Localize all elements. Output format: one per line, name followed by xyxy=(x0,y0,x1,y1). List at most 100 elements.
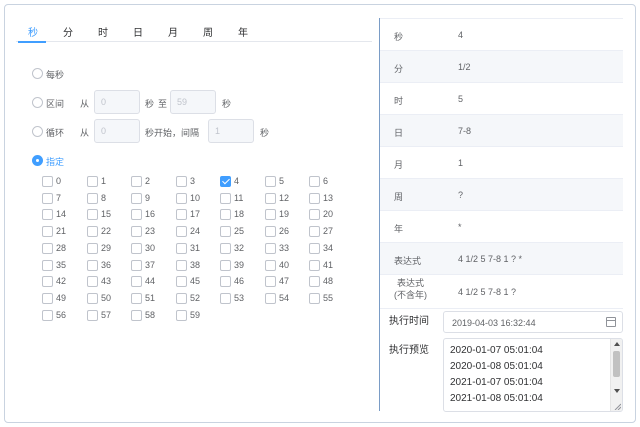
second-checkbox[interactable] xyxy=(87,276,98,287)
second-checkbox[interactable] xyxy=(87,193,98,204)
tab-month[interactable]: 月 xyxy=(168,24,178,39)
second-checkbox[interactable] xyxy=(87,226,98,237)
calendar-icon[interactable] xyxy=(606,317,616,327)
second-checkbox[interactable] xyxy=(42,260,53,271)
second-checkbox[interactable] xyxy=(42,276,53,287)
second-checkbox[interactable] xyxy=(265,260,276,271)
range-from-input[interactable]: 0 xyxy=(94,90,140,114)
second-checkbox[interactable] xyxy=(220,176,231,187)
scroll-up-arrow-icon[interactable] xyxy=(614,342,620,346)
second-checkbox[interactable] xyxy=(265,293,276,304)
exec-time-value: 2019-04-03 16:32:44 xyxy=(452,318,536,328)
cycle-start-input[interactable]: 0 xyxy=(94,119,140,143)
second-checkbox[interactable] xyxy=(220,243,231,254)
second-checkbox[interactable] xyxy=(265,276,276,287)
second-checkbox[interactable] xyxy=(87,260,98,271)
expression-no-year-value: 4 1/2 5 7-8 1 ? xyxy=(458,287,517,297)
scrollbar-thumb[interactable] xyxy=(613,351,620,377)
tab-second[interactable]: 秒 xyxy=(28,24,38,39)
second-checkbox[interactable] xyxy=(220,226,231,237)
summary-value: 5 xyxy=(458,94,464,104)
second-checkbox[interactable] xyxy=(131,243,142,254)
second-checkbox[interactable] xyxy=(176,310,187,321)
range-to-input[interactable]: 59 xyxy=(170,90,216,114)
tab-day[interactable]: 日 xyxy=(133,24,143,39)
second-checkbox-label: 55 xyxy=(323,293,334,303)
second-checkbox[interactable] xyxy=(309,293,320,304)
radio-cycle[interactable] xyxy=(32,126,43,137)
second-checkbox[interactable] xyxy=(309,209,320,220)
second-checkbox[interactable] xyxy=(220,293,231,304)
second-checkbox-label: 36 xyxy=(101,260,112,270)
second-checkbox[interactable] xyxy=(220,193,231,204)
second-checkbox[interactable] xyxy=(131,226,142,237)
second-checkbox[interactable] xyxy=(309,260,320,271)
second-checkbox-label: 28 xyxy=(56,243,67,253)
second-checkbox-label: 44 xyxy=(145,276,156,286)
second-checkbox[interactable] xyxy=(176,226,187,237)
tab-week[interactable]: 周 xyxy=(203,24,213,39)
second-checkbox[interactable] xyxy=(265,176,276,187)
exec-time-input[interactable]: 2019-04-03 16:32:44 xyxy=(443,311,623,333)
second-checkbox[interactable] xyxy=(42,193,53,204)
second-checkbox[interactable] xyxy=(42,243,53,254)
tab-hour[interactable]: 时 xyxy=(98,24,108,39)
second-checkbox[interactable] xyxy=(131,293,142,304)
second-checkbox[interactable] xyxy=(87,209,98,220)
second-checkbox[interactable] xyxy=(309,176,320,187)
second-checkbox[interactable] xyxy=(176,293,187,304)
second-checkbox[interactable] xyxy=(309,243,320,254)
radio-every[interactable] xyxy=(32,68,43,79)
second-checkbox[interactable] xyxy=(176,276,187,287)
second-checkbox[interactable] xyxy=(42,310,53,321)
second-checkbox[interactable] xyxy=(309,193,320,204)
summary-row: 分 1/2 xyxy=(380,51,623,83)
second-checkbox-label: 48 xyxy=(323,276,334,286)
second-checkbox[interactable] xyxy=(176,176,187,187)
second-checkbox[interactable] xyxy=(87,243,98,254)
second-checkbox[interactable] xyxy=(131,193,142,204)
second-checkbox[interactable] xyxy=(42,293,53,304)
second-checkbox[interactable] xyxy=(265,209,276,220)
radio-range[interactable] xyxy=(32,97,43,108)
second-checkbox[interactable] xyxy=(131,209,142,220)
second-checkbox-label: 34 xyxy=(323,243,334,253)
resize-handle-icon[interactable] xyxy=(613,402,621,410)
second-checkbox[interactable] xyxy=(309,276,320,287)
second-checkbox[interactable] xyxy=(87,310,98,321)
exec-preview-textarea[interactable]: 2020-01-07 05:01:04 2020-01-08 05:01:04 … xyxy=(443,338,623,412)
scroll-down-arrow-icon[interactable] xyxy=(614,389,620,393)
summary-row: 时 5 xyxy=(380,83,623,115)
preview-scrollbar[interactable] xyxy=(610,339,622,411)
second-checkbox[interactable] xyxy=(87,176,98,187)
second-checkbox[interactable] xyxy=(220,209,231,220)
second-checkbox-label: 19 xyxy=(279,209,290,219)
second-checkbox-label: 12 xyxy=(279,193,290,203)
cycle-step-input[interactable]: 1 xyxy=(208,119,254,143)
summary-value: 1/2 xyxy=(458,62,471,72)
second-checkbox[interactable] xyxy=(176,243,187,254)
tab-year[interactable]: 年 xyxy=(238,24,248,39)
second-checkbox[interactable] xyxy=(131,310,142,321)
second-checkbox[interactable] xyxy=(176,209,187,220)
tab-minute[interactable]: 分 xyxy=(63,24,73,39)
second-checkbox[interactable] xyxy=(42,176,53,187)
second-checkbox[interactable] xyxy=(176,193,187,204)
second-checkbox[interactable] xyxy=(87,293,98,304)
second-checkbox-label: 5 xyxy=(279,176,285,186)
second-checkbox-label: 39 xyxy=(234,260,245,270)
second-checkbox-label: 43 xyxy=(101,276,112,286)
second-checkbox[interactable] xyxy=(42,226,53,237)
second-checkbox[interactable] xyxy=(265,193,276,204)
second-checkbox[interactable] xyxy=(220,260,231,271)
second-checkbox[interactable] xyxy=(265,243,276,254)
second-checkbox[interactable] xyxy=(309,226,320,237)
second-checkbox[interactable] xyxy=(131,276,142,287)
second-checkbox[interactable] xyxy=(220,276,231,287)
second-checkbox[interactable] xyxy=(131,260,142,271)
radio-specify[interactable] xyxy=(32,155,43,166)
second-checkbox[interactable] xyxy=(265,226,276,237)
second-checkbox[interactable] xyxy=(131,176,142,187)
second-checkbox[interactable] xyxy=(42,209,53,220)
second-checkbox[interactable] xyxy=(176,260,187,271)
